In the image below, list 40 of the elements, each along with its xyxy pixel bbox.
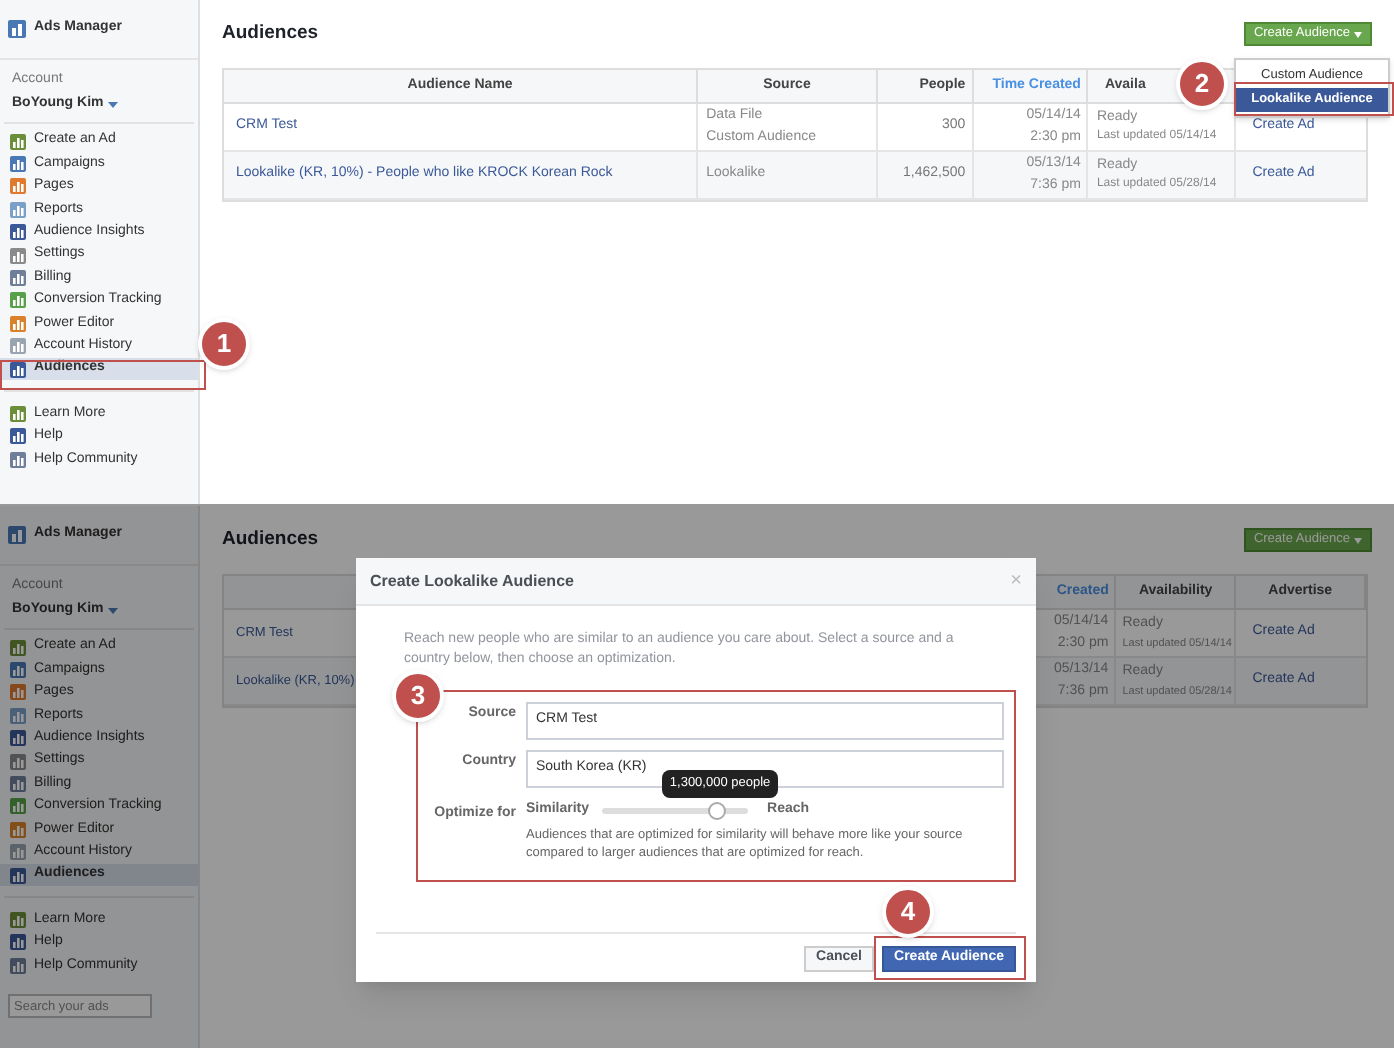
bar-chart-icon [10,247,26,264]
caret-icon [1354,537,1362,543]
bar-chart-icon [10,844,26,861]
step-badge: 1 [198,318,250,370]
bar-chart-icon [10,428,26,445]
page-title: Audiences [222,19,319,48]
bar-chart-icon [10,270,26,287]
bar-chart-icon [10,224,26,241]
bar-chart-icon [10,707,26,724]
slider-track[interactable] [601,807,748,813]
bar-chart-icon [10,662,26,679]
caret-icon [1354,31,1362,37]
bar-chart-icon [10,133,26,150]
step-badge: 2 [1176,58,1228,110]
bar-chart-icon [10,201,26,218]
bar-chart-icon [10,156,26,173]
caret-icon [107,607,118,613]
bar-chart-icon [10,292,26,309]
bar-chart-icon [10,178,26,195]
page-title: Audiences [222,525,319,554]
bar-chart-icon [10,405,26,422]
bar-chart-icon [10,315,26,332]
bar-chart-icon [10,338,26,355]
app-logo-icon [8,526,26,544]
app-logo-icon [8,20,26,38]
bar-chart-icon [10,911,26,928]
bar-chart-icon [10,776,26,793]
dialog-title: Create Lookalike Audience [370,569,574,593]
bar-chart-icon [10,639,26,656]
bar-chart-icon [10,730,26,747]
bar-chart-icon [10,821,26,838]
bar-chart-icon [10,451,26,468]
bar-chart-icon [10,798,26,815]
bar-chart-icon [10,934,26,951]
bar-chart-icon [10,867,26,884]
bar-chart-icon [10,684,26,701]
slider-thumb[interactable] [708,801,727,819]
bar-chart-icon [10,753,26,770]
caret-icon [107,101,118,107]
bar-chart-icon [10,957,26,974]
